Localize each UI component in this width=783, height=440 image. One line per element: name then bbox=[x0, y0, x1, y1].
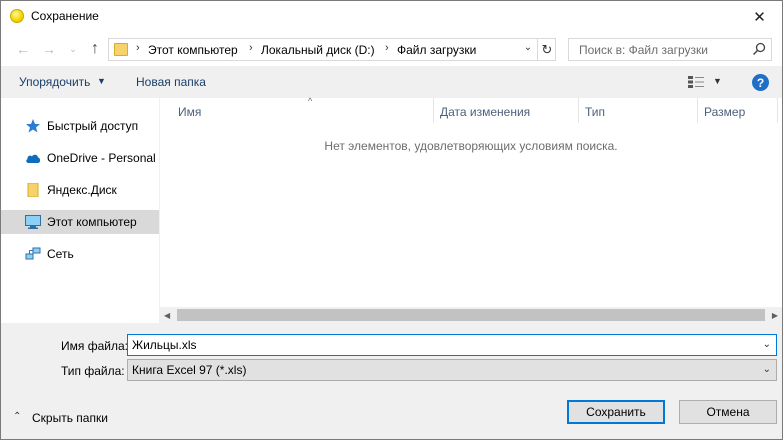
scrollbar-thumb[interactable] bbox=[177, 309, 765, 321]
filetype-select[interactable]: Книга Excel 97 (*.xls) ⌄ bbox=[127, 359, 777, 381]
cancel-button[interactable]: Отмена bbox=[679, 400, 777, 424]
file-list: Имя ^ Дата изменения Тип Размер Нет элем… bbox=[160, 96, 782, 323]
close-button[interactable]: ✕ bbox=[737, 1, 782, 32]
column-header-name[interactable]: Имя ^ bbox=[172, 96, 434, 123]
title-bar: Сохранение ✕ bbox=[1, 1, 782, 32]
sidebar-item-quick-access[interactable]: Быстрый доступ bbox=[1, 114, 159, 138]
star-icon bbox=[26, 119, 40, 133]
sidebar-item-label: Этот компьютер bbox=[47, 215, 137, 229]
new-folder-button[interactable]: Новая папка bbox=[136, 75, 206, 89]
filetype-label: Тип файла: bbox=[61, 364, 125, 378]
forward-button[interactable]: → bbox=[39, 40, 59, 58]
sidebar-item-this-computer[interactable]: Этот компьютер bbox=[1, 210, 159, 234]
sort-ascending-icon: ^ bbox=[308, 96, 313, 106]
chevron-down-icon[interactable]: ▼ bbox=[713, 76, 722, 86]
filename-field[interactable]: Жильцы.xls ⌄ bbox=[127, 334, 777, 356]
breadcrumb-downloads-folder[interactable]: Файл загрузки bbox=[397, 43, 476, 57]
command-bar: Упорядочить ▼ Новая папка ▼ ? bbox=[1, 66, 782, 98]
network-icon bbox=[25, 247, 41, 260]
breadcrumb-separator[interactable]: › bbox=[249, 42, 253, 54]
app-icon bbox=[10, 9, 24, 23]
recent-locations-button[interactable]: ⌄ bbox=[67, 40, 79, 58]
address-dropdown-button[interactable]: ⌄ bbox=[519, 42, 537, 53]
navigation-bar: ← → ⌄ ↑ › Этот компьютер › Локальный дис… bbox=[1, 32, 782, 66]
filename-value[interactable]: Жильцы.xls bbox=[132, 338, 197, 352]
search-input[interactable]: Поиск в: Файл загрузки bbox=[568, 38, 772, 61]
sidebar-item-onedrive[interactable]: OneDrive - Personal bbox=[1, 146, 159, 170]
column-label: Тип bbox=[585, 105, 606, 119]
refresh-button[interactable]: ↻ bbox=[538, 39, 556, 60]
organize-button[interactable]: Упорядочить bbox=[19, 75, 90, 89]
sidebar-item-label: OneDrive - Personal bbox=[47, 151, 156, 165]
cloud-icon bbox=[26, 154, 41, 163]
window-title: Сохранение bbox=[31, 9, 99, 23]
search-icon[interactable] bbox=[752, 42, 766, 56]
breadcrumb-this-computer[interactable]: Этот компьютер bbox=[148, 43, 238, 57]
folder-icon bbox=[114, 43, 128, 56]
up-button[interactable]: ↑ bbox=[85, 40, 105, 58]
chevron-down-icon[interactable]: ⌄ bbox=[763, 339, 771, 350]
save-button[interactable]: Сохранить bbox=[567, 400, 665, 424]
save-dialog: Сохранение ✕ ← → ⌄ ↑ › Этот компьютер › … bbox=[0, 0, 783, 440]
sidebar-item-yandex-disk[interactable]: Яндекс.Диск bbox=[1, 178, 159, 202]
column-header-type[interactable]: Тип bbox=[579, 98, 698, 123]
hide-folders-label: Скрыть папки bbox=[32, 411, 108, 425]
column-label: Дата изменения bbox=[440, 105, 531, 119]
column-header-size[interactable]: Размер bbox=[698, 98, 778, 123]
navigation-pane: Быстрый доступ OneDrive - Personal Яндек… bbox=[1, 98, 159, 323]
back-button[interactable]: ← bbox=[13, 40, 33, 58]
horizontal-scrollbar[interactable]: ◀ ▶ bbox=[160, 307, 782, 323]
scroll-left-icon[interactable]: ◀ bbox=[164, 311, 170, 320]
filename-label: Имя файла: bbox=[61, 339, 128, 353]
column-label: Имя bbox=[178, 105, 202, 119]
breadcrumb-local-disk[interactable]: Локальный диск (D:) bbox=[261, 43, 375, 57]
breadcrumb-separator[interactable]: › bbox=[136, 42, 140, 54]
search-placeholder: Поиск в: Файл загрузки bbox=[579, 43, 709, 57]
save-form: Имя файла: Жильцы.xls ⌄ Тип файла: Книга… bbox=[1, 323, 782, 439]
column-header-date-modified[interactable]: Дата изменения bbox=[434, 98, 579, 123]
computer-icon bbox=[25, 215, 41, 229]
address-bar[interactable]: › Этот компьютер › Локальный диск (D:) ›… bbox=[108, 38, 556, 61]
sidebar-item-label: Яндекс.Диск bbox=[47, 183, 117, 197]
chevron-down-icon[interactable]: ▼ bbox=[97, 76, 106, 86]
help-button[interactable]: ? bbox=[752, 74, 769, 91]
view-options-icon[interactable] bbox=[688, 76, 704, 88]
empty-list-message: Нет элементов, удовлетворяющих условиям … bbox=[324, 139, 618, 153]
sidebar-item-label: Быстрый доступ bbox=[47, 119, 139, 133]
chevron-up-icon: ⌃ bbox=[13, 411, 22, 422]
breadcrumb-separator[interactable]: › bbox=[385, 42, 389, 54]
column-label: Размер bbox=[704, 105, 746, 119]
filetype-value: Книга Excel 97 (*.xls) bbox=[132, 363, 247, 377]
sidebar-item-network[interactable]: Сеть bbox=[1, 242, 159, 266]
scroll-right-icon[interactable]: ▶ bbox=[772, 311, 778, 320]
folder-icon bbox=[27, 183, 39, 197]
chevron-down-icon[interactable]: ⌄ bbox=[763, 364, 771, 375]
sidebar-item-label: Сеть bbox=[47, 247, 74, 261]
